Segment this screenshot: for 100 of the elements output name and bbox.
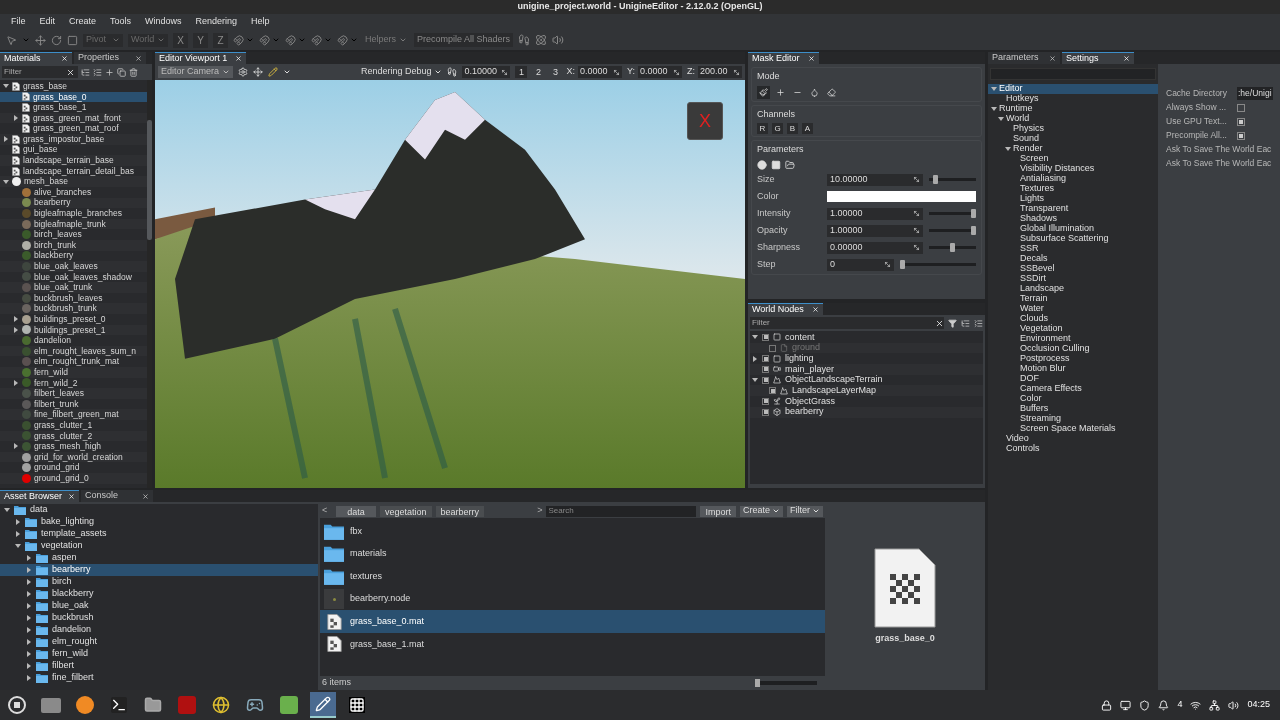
- wifi-icon[interactable]: [1190, 699, 1202, 711]
- settings-tree-item[interactable]: Color: [988, 394, 1158, 404]
- checkbox[interactable]: [762, 408, 769, 416]
- checkbox[interactable]: [1237, 117, 1245, 126]
- import-button[interactable]: Import: [700, 505, 736, 517]
- settings-tree-item[interactable]: DOF: [988, 374, 1158, 384]
- number-field[interactable]: 0.00000: [827, 241, 923, 254]
- delete-icon[interactable]: [129, 67, 138, 77]
- collapsed-arrow-icon[interactable]: [13, 115, 19, 122]
- collapsed-arrow-icon[interactable]: [15, 519, 21, 525]
- settings-tree-item[interactable]: Screen: [988, 154, 1158, 164]
- asset-row[interactable]: bearberry.node: [320, 587, 825, 611]
- settings-tree-item[interactable]: Hotkeys: [988, 94, 1158, 104]
- move-icon[interactable]: [35, 34, 46, 46]
- move-icon[interactable]: [253, 67, 264, 77]
- settings-tree-item[interactable]: Runtime: [988, 104, 1158, 114]
- settings-tree-item[interactable]: Transparent: [988, 204, 1158, 214]
- settings-tree-item[interactable]: Water: [988, 304, 1158, 314]
- settings-tree-item[interactable]: Buffers: [988, 404, 1158, 414]
- volume-icon[interactable]: [1228, 699, 1240, 711]
- rotate-icon[interactable]: [51, 34, 62, 46]
- menu-item[interactable]: Tools: [105, 15, 137, 29]
- drag-icon[interactable]: [673, 68, 680, 76]
- panel-tab[interactable]: Properties: [74, 52, 146, 64]
- slider-track[interactable]: [929, 175, 976, 184]
- drag-icon[interactable]: [501, 68, 509, 76]
- shield-icon[interactable]: [1139, 699, 1151, 711]
- rendering-debug-dropdown[interactable]: Rendering Debug: [360, 65, 443, 79]
- settings-tree-item[interactable]: Render: [988, 144, 1158, 154]
- collapsed-arrow-icon[interactable]: [13, 316, 19, 323]
- settings-tree-item[interactable]: Clouds: [988, 314, 1158, 324]
- material-item[interactable]: bearberry: [0, 197, 147, 209]
- checkbox[interactable]: [1237, 131, 1245, 140]
- slider-thumb[interactable]: [933, 175, 939, 184]
- collapsed-arrow-icon[interactable]: [26, 603, 32, 609]
- slider-thumb[interactable]: [900, 260, 905, 269]
- folder-tree-item[interactable]: bake_lighting: [0, 516, 318, 528]
- settings-tree-item[interactable]: Terrain: [988, 294, 1158, 304]
- snap-icon[interactable]: [285, 34, 296, 46]
- filter-button[interactable]: Filter: [787, 505, 823, 517]
- camera-dropdown[interactable]: Editor Camera: [158, 66, 234, 78]
- material-item[interactable]: fern_wild: [0, 367, 147, 378]
- checkbox[interactable]: [762, 376, 769, 384]
- breadcrumb[interactable]: bearberry: [435, 505, 485, 517]
- coordinate-field[interactable]: 0.0000: [638, 66, 682, 78]
- color-swatch[interactable]: [827, 191, 976, 202]
- collapsed-arrow-icon[interactable]: [26, 663, 32, 669]
- collapsed-arrow-icon[interactable]: [26, 651, 32, 657]
- axis-button[interactable]: Y: [193, 32, 208, 48]
- settings-tree-item[interactable]: SSDirt: [988, 274, 1158, 284]
- axis-button[interactable]: Z: [213, 32, 228, 48]
- folder-tree-item[interactable]: filbert: [0, 660, 318, 672]
- settings-tree-item[interactable]: Streaming: [988, 414, 1158, 424]
- settings-tree-item[interactable]: Shadows: [988, 214, 1158, 224]
- panel-tab[interactable]: Editor Viewport 1: [155, 52, 247, 64]
- settings-tree-item[interactable]: Editor: [988, 84, 1158, 94]
- collapsed-arrow-icon[interactable]: [3, 136, 9, 143]
- settings-tree-item[interactable]: Screen Space Materials: [988, 424, 1158, 434]
- settings-tree-item[interactable]: Camera Effects: [988, 384, 1158, 394]
- clear-icon[interactable]: [935, 318, 944, 328]
- channel-button[interactable]: B: [787, 123, 798, 134]
- close-icon[interactable]: [142, 492, 150, 500]
- coordinate-field[interactable]: 0.0000: [578, 66, 622, 78]
- breadcrumb[interactable]: data: [336, 505, 376, 517]
- settings-tree-item[interactable]: SSBevel: [988, 264, 1158, 274]
- collapse-all-icon[interactable]: [974, 318, 983, 328]
- settings-icon[interactable]: [238, 67, 249, 77]
- panel-tab[interactable]: Settings: [1062, 52, 1134, 64]
- material-item[interactable]: landscape_terrain_base: [0, 155, 147, 166]
- expanded-arrow-icon[interactable]: [3, 178, 9, 185]
- asset-row[interactable]: textures: [320, 565, 825, 588]
- settings-tree-item[interactable]: Decals: [988, 254, 1158, 264]
- brush-icon[interactable]: [268, 67, 279, 77]
- node-item[interactable]: main_player: [750, 364, 983, 375]
- clear-icon[interactable]: [66, 67, 75, 77]
- collapsed-arrow-icon[interactable]: [13, 326, 19, 333]
- settings-tree-item[interactable]: World: [988, 114, 1158, 124]
- notification-icon[interactable]: [1158, 699, 1170, 711]
- close-icon[interactable]: [68, 493, 76, 500]
- zoom-slider-thumb[interactable]: [755, 679, 760, 687]
- expanded-arrow-icon[interactable]: [752, 377, 758, 384]
- folder-tree-item[interactable]: blackberry: [0, 588, 318, 600]
- collapsed-arrow-icon[interactable]: [26, 591, 32, 597]
- channel-button[interactable]: G: [772, 123, 783, 134]
- drag-icon[interactable]: [884, 261, 891, 268]
- close-icon[interactable]: [811, 306, 819, 313]
- material-item[interactable]: bigleafmaple_trunk: [0, 218, 147, 230]
- panel-tab[interactable]: Console: [81, 490, 154, 502]
- pointer-icon[interactable]: [6, 34, 17, 46]
- axis-button[interactable]: X: [173, 32, 188, 48]
- material-item[interactable]: buildings_preset_1: [0, 324, 147, 336]
- number-field[interactable]: 1.00000: [827, 224, 923, 237]
- camera-preset-button[interactable]: 2: [532, 66, 545, 78]
- number-field[interactable]: 10.00000: [827, 173, 923, 186]
- folder-tree-item[interactable]: birch: [0, 576, 318, 588]
- collapsed-arrow-icon[interactable]: [26, 627, 32, 633]
- atom-icon[interactable]: [535, 34, 548, 46]
- collapsed-arrow-icon[interactable]: [26, 579, 32, 585]
- drag-icon[interactable]: [733, 68, 740, 76]
- settings-tree-item[interactable]: SSR: [988, 244, 1158, 254]
